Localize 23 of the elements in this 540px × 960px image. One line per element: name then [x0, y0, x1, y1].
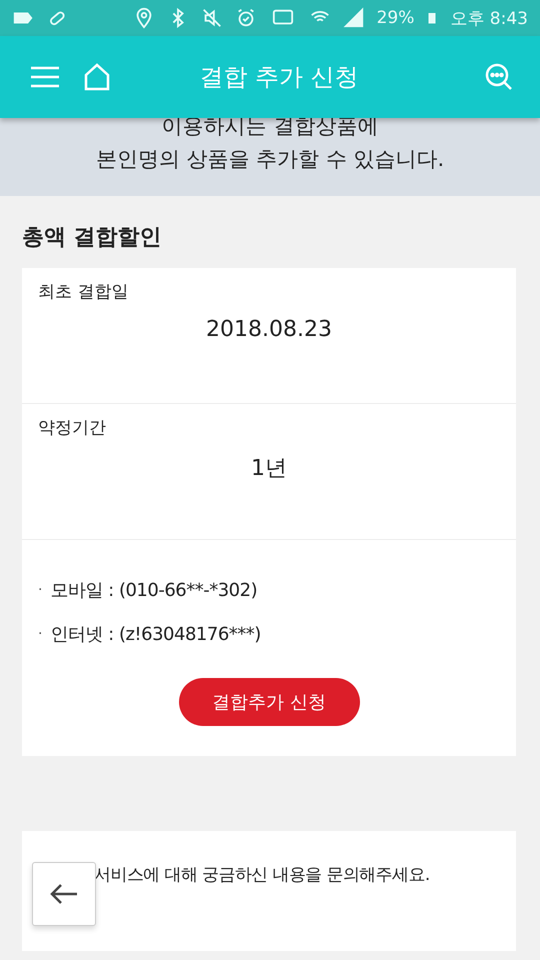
back-button[interactable]: [32, 862, 96, 926]
menu-icon[interactable]: [30, 65, 60, 89]
clock: 오후 8:43: [450, 8, 528, 30]
banner-text: 이용하시는 결합상품에: [162, 113, 378, 140]
page-title: 결합 추가 신청: [198, 62, 360, 93]
bullet: ·: [38, 582, 42, 598]
back-arrow-icon: [50, 883, 78, 905]
product-item: 인터넷 : (z!63048176***): [50, 623, 261, 646]
home-icon[interactable]: [84, 63, 110, 91]
bullet: ·: [38, 626, 42, 642]
banner-text: 본인명의 상품을 추가할 수 있습니다.: [96, 146, 444, 173]
field-label: 약정기간: [38, 417, 106, 439]
signal-icon: [342, 7, 365, 29]
battery-percent: 29%: [376, 8, 414, 28]
apply-button[interactable]: 결합추가 신청: [178, 678, 360, 726]
search-icon[interactable]: [484, 62, 514, 92]
inquiry-text: 서비스에 대해 궁금하신 내용을 문의해주세요.: [94, 865, 430, 885]
field-value: 2018.08.23: [206, 317, 332, 342]
section-title: 총액 결합할인: [21, 224, 163, 252]
field-label: 최초 결합일: [38, 281, 128, 303]
field-value: 1년: [251, 455, 287, 483]
product-item: 모바일 : (010-66**-*302): [50, 579, 258, 602]
mute-icon: [200, 7, 223, 29]
